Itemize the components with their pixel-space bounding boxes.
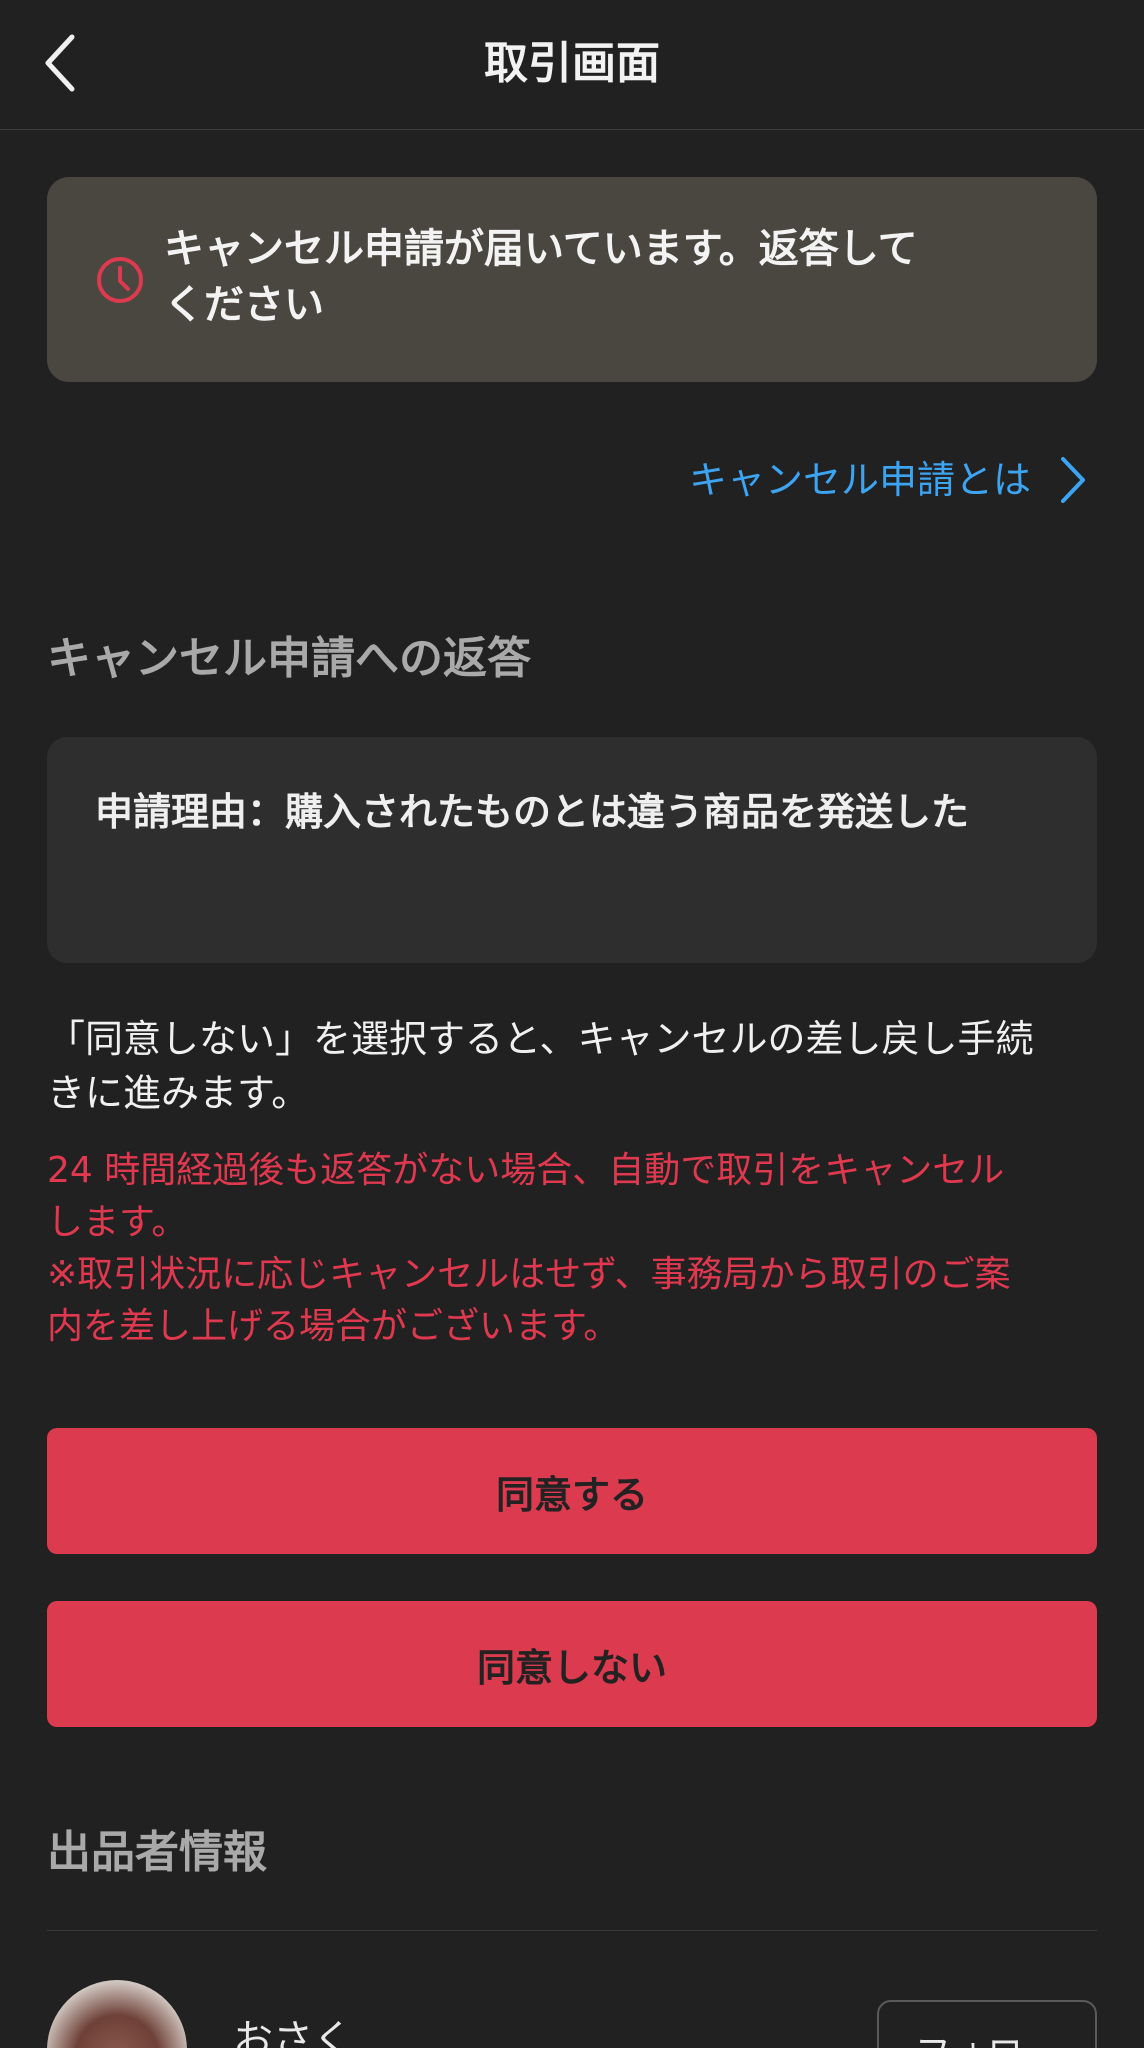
seller-section-title: 出品者情報 [47, 1827, 267, 1878]
section-divider [47, 1930, 1097, 1931]
request-reason: 申請理由：購入されたものとは違う商品を発送した [95, 790, 970, 834]
warning-line-3: ※取引状況に応じキャンセルはせず、事務局から取引のご案 [47, 1254, 1011, 1295]
warning-line-4: 内を差し上げる場合がございます。 [47, 1306, 620, 1347]
info-line-1: 「同意しない」を選択すると、キャンセルの差し戻し手続 [47, 1017, 1034, 1061]
trade-screen: 取引画面 キャンセル申請が届いています。返答して ください キャンセル申請とは … [0, 0, 1144, 2048]
chevron-right-icon [1061, 457, 1085, 503]
follow-button[interactable]: フォロー [877, 2000, 1097, 2048]
response-section-title: キャンセル申請への返答 [47, 633, 531, 684]
warning-line-1: 24 時間経過後も返答がない場合、自動で取引をキャンセル [47, 1150, 1005, 1191]
header: 取引画面 [0, 0, 1144, 130]
seller-avatar[interactable] [47, 1980, 187, 2048]
notice-line-2: ください [164, 282, 324, 328]
seller-name[interactable]: おさく [233, 2012, 353, 2048]
reason-box: 申請理由：購入されたものとは違う商品を発送した [47, 737, 1097, 963]
notice-line-1: キャンセル申請が届いています。返答して [164, 226, 918, 272]
clock-icon [97, 257, 143, 303]
notice-message: キャンセル申請が届いています。返答して ください [164, 221, 964, 333]
help-link-label: キャンセル申請とは [688, 458, 1031, 502]
info-line-2: きに進みます。 [47, 1071, 310, 1115]
disagree-info-text: 「同意しない」を選択すると、キャンセルの差し戻し手続 きに進みます。 [47, 1012, 1097, 1120]
auto-cancel-warning: 24 時間経過後も返答がない場合、自動で取引をキャンセル します。 ※取引状況に… [47, 1145, 1097, 1353]
agree-button[interactable]: 同意する [47, 1428, 1097, 1554]
warning-line-2: します。 [47, 1202, 188, 1243]
cancel-request-help-link[interactable]: キャンセル申請とは [689, 452, 1087, 508]
page-title: 取引画面 [484, 38, 660, 89]
cancel-request-notice: キャンセル申請が届いています。返答して ください [47, 177, 1097, 382]
disagree-button[interactable]: 同意しない [47, 1601, 1097, 1727]
